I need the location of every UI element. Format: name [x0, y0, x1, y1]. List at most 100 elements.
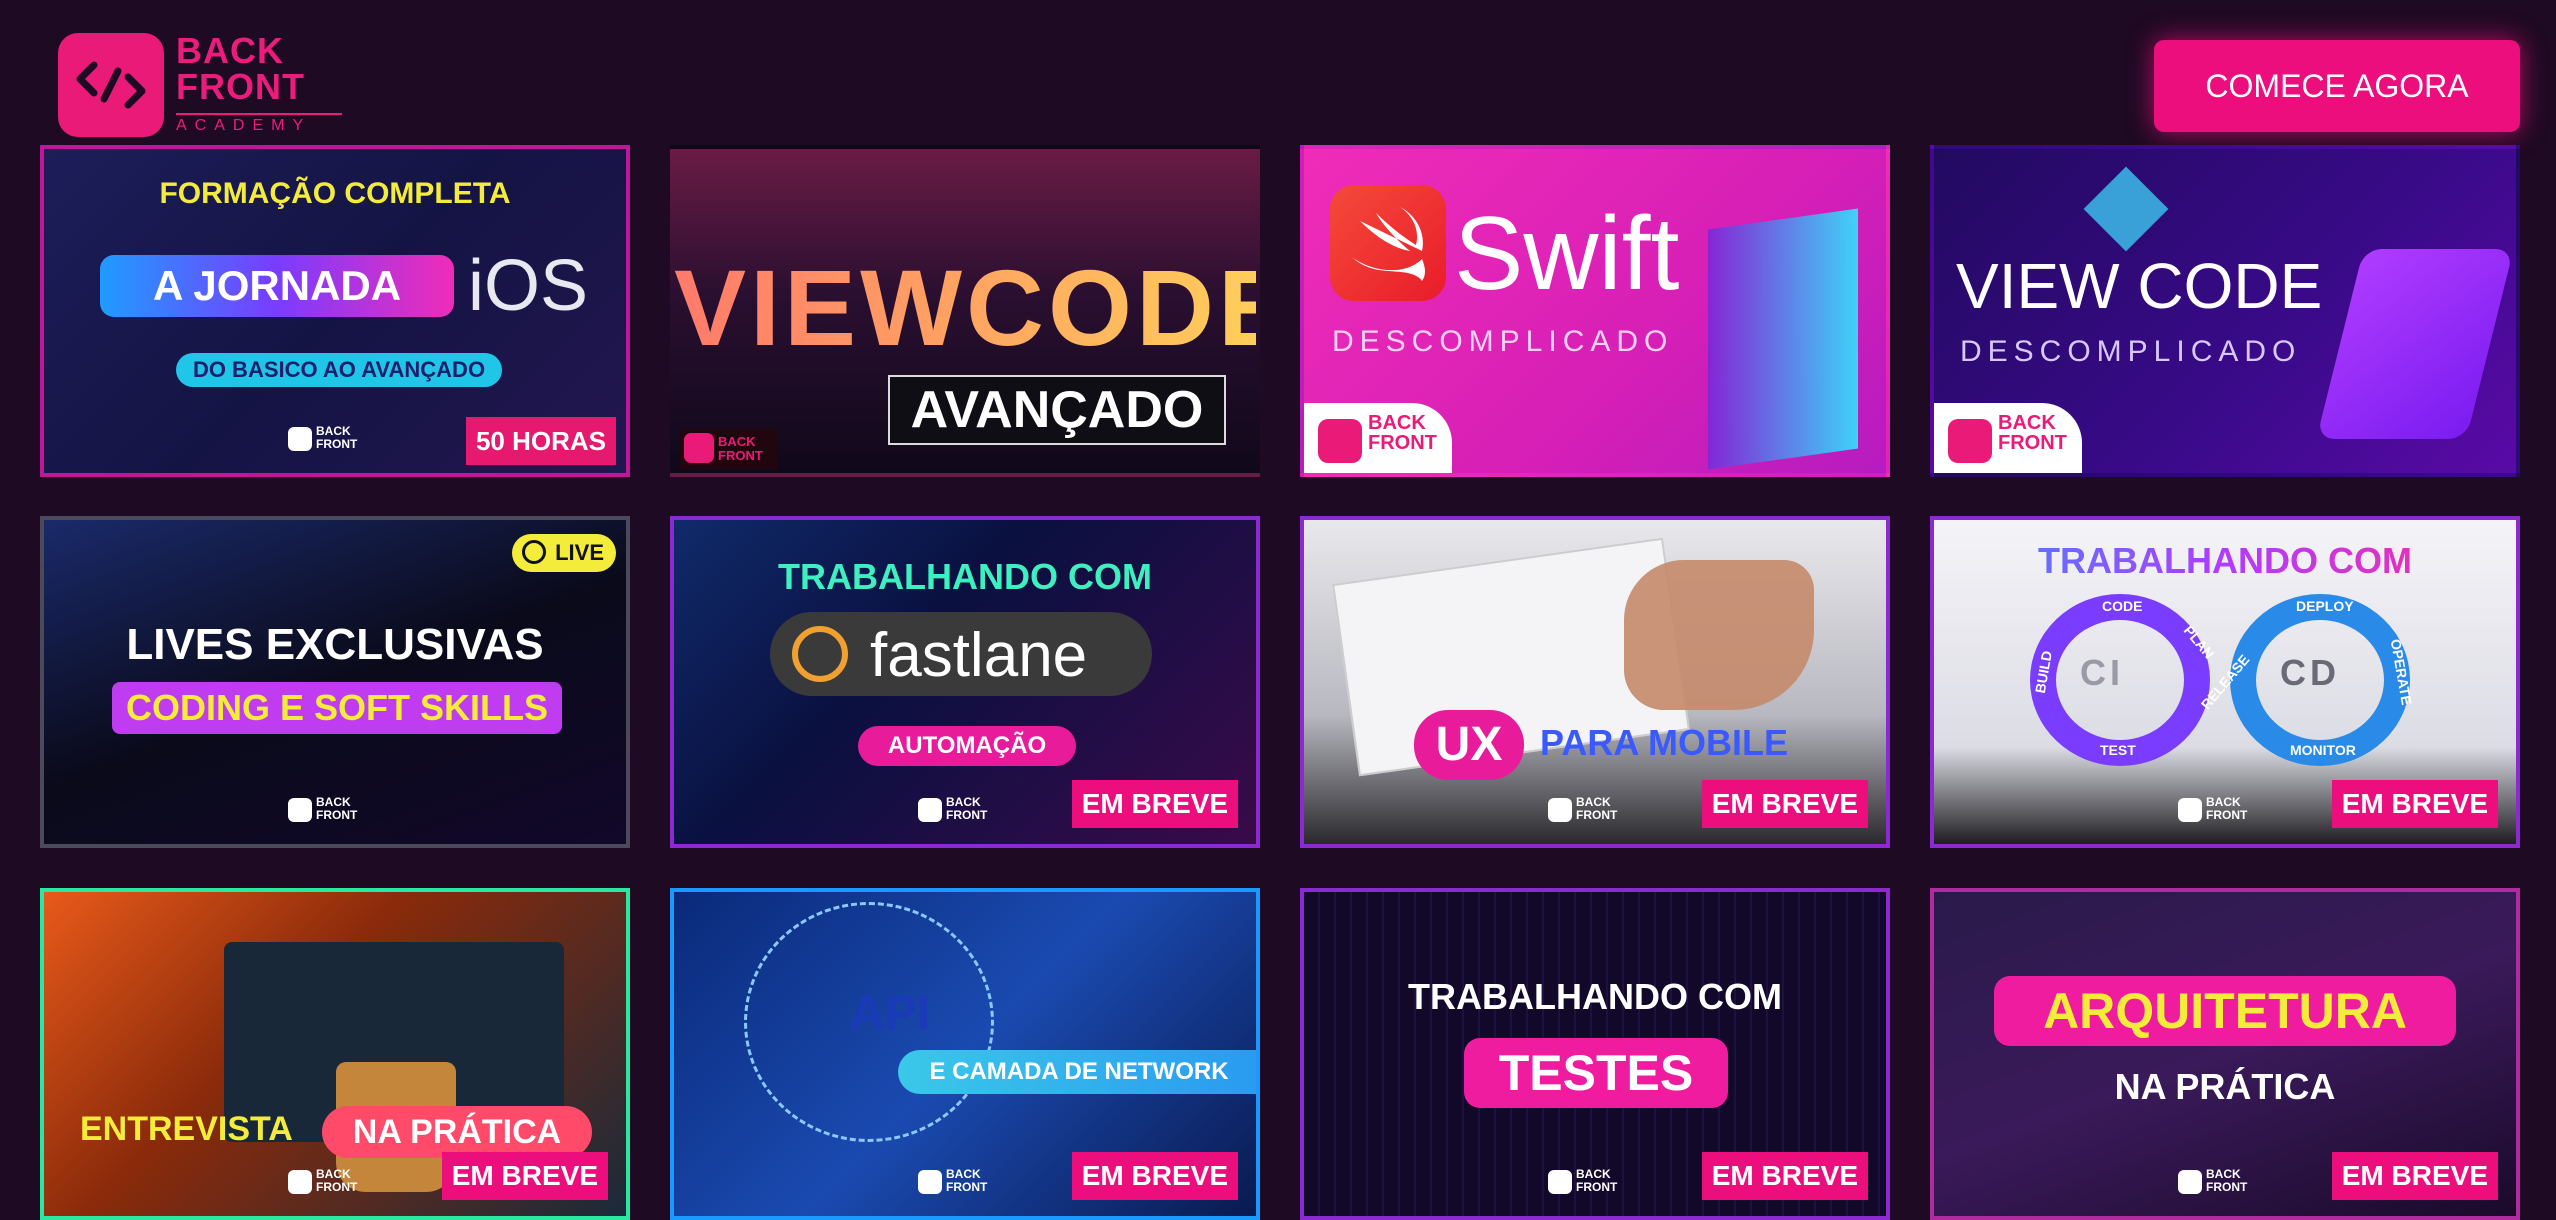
logo-arrows-icon	[918, 1170, 942, 1194]
test-label: TEST	[2100, 742, 2136, 758]
course-card-ios-journey[interactable]: FORMAÇÃO COMPLETA A JORNADA iOS DO BASIC…	[40, 145, 630, 477]
phone-illustration	[2316, 249, 2514, 439]
logo-arrows-icon	[918, 798, 942, 822]
monitor-label: MONITOR	[2290, 742, 2356, 758]
deploy-label: DEPLOY	[2296, 598, 2354, 614]
card-headline: Swift	[1454, 196, 1680, 312]
logo-line2: FRONT	[176, 66, 305, 107]
logo-arrows-icon	[1948, 419, 1992, 463]
cd-label: CD	[2280, 652, 2340, 693]
logo-wordmark: BACK FRONT	[176, 33, 305, 105]
card-headline: API	[850, 987, 931, 1040]
coming-soon-badge: EM BREVE	[1071, 780, 1238, 828]
corner-logo-line2: FRONT	[1998, 432, 2067, 454]
cube-icon	[2083, 166, 2169, 252]
card-pill: fastlane	[770, 612, 1152, 696]
course-card-view-code[interactable]: VIEW CODE DESCOMPLICADO BACK FRONT	[1930, 145, 2520, 477]
card-pill: E CAMADA DE NETWORK	[898, 1050, 1256, 1094]
live-badge: LIVE	[512, 534, 616, 572]
infinity-loop-illustration: CI CD CODE PLAN RELEASE DEPLOY OPERATE M…	[2030, 594, 2415, 766]
corner-logo-line1: BACK	[1368, 412, 1426, 434]
logo-arrows-icon	[684, 433, 714, 463]
mini-logo-line1: BACK	[718, 434, 756, 449]
card-pill: CODING E SOFT SKILLS	[112, 682, 562, 734]
mini-logo-line2: FRONT	[946, 808, 988, 822]
card-headline: TRABALHANDO COM	[778, 556, 1152, 597]
mini-brand-logo: BACK FRONT	[288, 425, 384, 453]
logo-arrows-icon	[288, 427, 312, 451]
course-card-interview[interactable]: ENTREVISTA NA PRÁTICA BACK FRONT EM BREVE	[40, 888, 630, 1220]
coming-soon-badge: EM BREVE	[1071, 1152, 1238, 1200]
card-subheadline: PARA MOBILE	[1540, 722, 1788, 763]
mini-brand-logo: BACK FRONT	[918, 796, 1014, 824]
coming-soon-badge: EM BREVE	[1701, 1152, 1868, 1200]
mini-brand-logo: BACK FRONT	[1548, 796, 1644, 824]
card-pill: UX	[1414, 710, 1524, 780]
start-now-button[interactable]: COMECE AGORA	[2154, 40, 2520, 132]
mini-logo-line2: FRONT	[1576, 1180, 1618, 1194]
logo-arrows-icon	[1548, 798, 1572, 822]
logo-arrows-icon	[288, 798, 312, 822]
card-headline: LIVES EXCLUSIVAS	[126, 620, 544, 669]
coming-soon-badge: EM BREVE	[1701, 780, 1868, 828]
card-subheadline: DESCOMPLICADO	[1332, 325, 1674, 358]
logo-academy: ACADEMY	[176, 113, 342, 135]
course-card-lives[interactable]: LIVE LIVES EXCLUSIVAS CODING E SOFT SKIL…	[40, 516, 630, 848]
swift-bird-icon	[1330, 185, 1446, 301]
mini-brand-logo: BACK FRONT	[2178, 796, 2274, 824]
course-card-swift[interactable]: Swift DESCOMPLICADO BACK FRONT	[1300, 145, 1890, 477]
door-illustration	[1708, 208, 1858, 470]
brand-logo[interactable]: BACK FRONT ACADEMY	[58, 33, 348, 137]
course-card-viewcode-advanced[interactable]: VIEWCODE AVANÇADO BACK FRONT	[670, 145, 1260, 477]
card-pill: A JORNADA	[100, 255, 454, 317]
duration-badge: 50 HORAS	[465, 417, 616, 465]
course-card-ci-cd[interactable]: TRABALHANDO COM CI CD CODE PLAN RELEASE …	[1930, 516, 2520, 848]
card-subtitle: AUTOMAÇÃO	[858, 726, 1076, 766]
mini-logo-line2: FRONT	[316, 808, 358, 822]
mini-brand-logo: BACK FRONT	[2178, 1168, 2274, 1196]
ci-label: CI	[2080, 652, 2124, 693]
card-pill: TESTES	[1464, 1038, 1728, 1108]
card-headline: TRABALHANDO COM	[1934, 540, 2516, 582]
card-headline: VIEWCODE	[674, 247, 1260, 368]
coming-soon-badge: EM BREVE	[441, 1152, 608, 1200]
logo-arrows-icon	[58, 33, 164, 137]
card-pill: NA PRÁTICA	[322, 1106, 592, 1158]
card-subtitle: DO BASICO AO AVANÇADO	[176, 353, 502, 387]
card-platform-label: iOS	[468, 246, 589, 326]
corner-logo-line2: FRONT	[1368, 432, 1437, 454]
card-headline: VIEW CODE	[1956, 250, 2323, 322]
fastlane-star-icon	[792, 626, 848, 682]
card-subheadline: NA PRÁTICA	[2114, 1066, 2336, 1107]
mini-logo-line2: FRONT	[316, 1180, 358, 1194]
course-card-api-network[interactable]: API E CAMADA DE NETWORK BACK FRONT EM BRE…	[670, 888, 1260, 1220]
course-card-ux-mobile[interactable]: UX PARA MOBILE BACK FRONT EM BREVE	[1300, 516, 1890, 848]
live-play-icon	[522, 540, 546, 564]
card-pill-label: fastlane	[870, 621, 1088, 690]
mini-brand-logo: BACK FRONT	[1548, 1168, 1644, 1196]
mini-logo-line2: FRONT	[2206, 808, 2248, 822]
course-card-fastlane[interactable]: TRABALHANDO COM fastlane AUTOMAÇÃO BACK F…	[670, 516, 1260, 848]
mini-logo-line2: FRONT	[316, 437, 358, 451]
course-card-tests[interactable]: TRABALHANDO COM TESTES BACK FRONT EM BREV…	[1300, 888, 1890, 1220]
top-edge	[0, 0, 2556, 10]
mini-logo-line2: FRONT	[718, 448, 763, 463]
card-headline: TRABALHANDO COM	[1408, 976, 1782, 1017]
course-card-architecture[interactable]: ARQUITETURA NA PRÁTICA BACK FRONT EM BREV…	[1930, 888, 2520, 1220]
card-subheadline: DESCOMPLICADO	[1960, 335, 2302, 368]
card-pill: ARQUITETURA	[1994, 976, 2456, 1046]
coming-soon-badge: EM BREVE	[2331, 1152, 2498, 1200]
mini-logo-line2: FRONT	[2206, 1180, 2248, 1194]
logo-line1: BACK	[176, 30, 284, 71]
brand-corner-logo: BACK FRONT	[1934, 403, 2082, 473]
logo-arrows-icon	[1318, 419, 1362, 463]
code-label: CODE	[2102, 598, 2143, 614]
hand-illustration	[1624, 560, 1814, 710]
logo-arrows-icon	[2178, 1170, 2202, 1194]
logo-arrows-icon	[1548, 1170, 1572, 1194]
card-headline: ENTREVISTA	[80, 1110, 293, 1148]
mini-brand-logo: BACK FRONT	[918, 1168, 1014, 1196]
brand-corner-logo: BACK FRONT	[1304, 403, 1452, 473]
corner-logo-line1: BACK	[1998, 412, 2056, 434]
mini-logo-line2: FRONT	[1576, 808, 1618, 822]
